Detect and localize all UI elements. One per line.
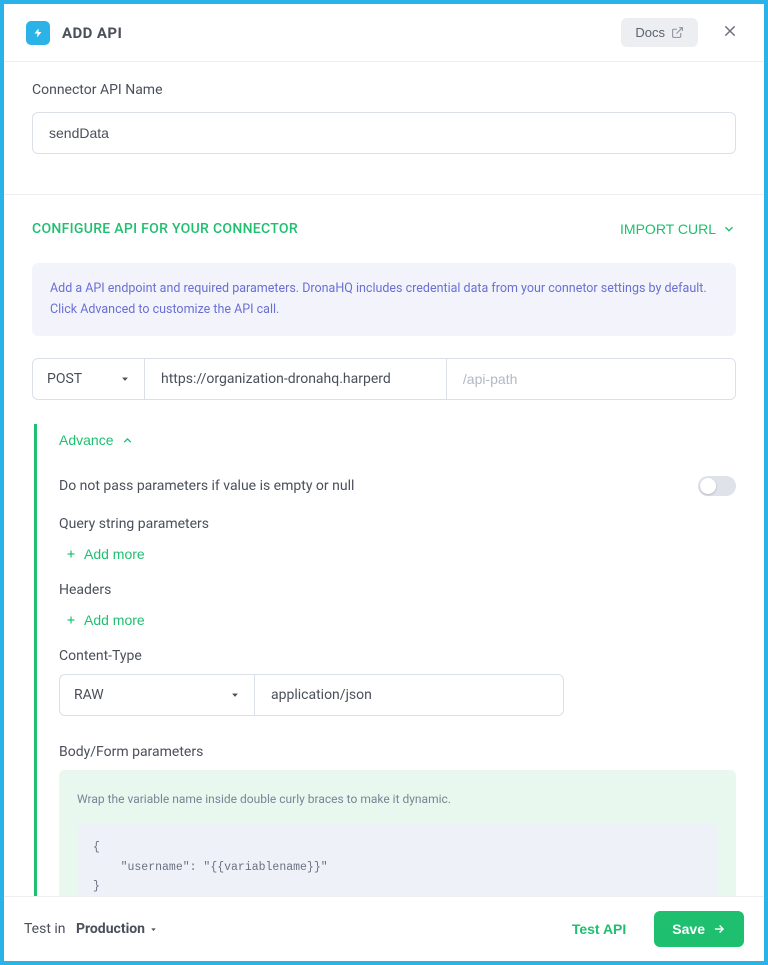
modal-footer: Test in Production Test API Save: [4, 896, 764, 961]
request-url-row: POST https://organization-dronahq.harper…: [32, 358, 736, 400]
configure-header-row: CONFIGURE API FOR YOUR CONNECTOR IMPORT …: [32, 221, 736, 237]
chevron-down-icon: [230, 690, 240, 700]
body-info-panel: Wrap the variable name inside double cur…: [59, 770, 736, 896]
close-button[interactable]: [718, 19, 742, 46]
null-param-toggle[interactable]: [698, 476, 736, 496]
add-query-param-button[interactable]: Add more: [65, 546, 145, 562]
test-in-label: Test in Production: [24, 921, 158, 937]
chevron-up-icon: [121, 434, 134, 447]
query-params-label: Query string parameters: [59, 516, 736, 532]
content-type-format-value: RAW: [74, 687, 104, 703]
external-link-icon: [671, 26, 684, 39]
plus-icon: [65, 548, 77, 560]
arrow-right-icon: [712, 922, 726, 936]
add-more-label: Add more: [84, 612, 145, 628]
modal-body: Connector API Name CONFIGURE API FOR YOU…: [4, 62, 764, 896]
modal-title: ADD API: [62, 24, 621, 42]
body-params-label: Body/Form parameters: [59, 744, 736, 760]
content-type-label: Content-Type: [59, 648, 736, 664]
api-path-input[interactable]: [447, 359, 735, 399]
caret-down-icon: [149, 925, 158, 934]
advance-panel: Advance Do not pass parameters if value …: [34, 424, 736, 896]
app-logo-icon: [26, 21, 50, 45]
advance-label: Advance: [59, 432, 113, 448]
content-type-row: RAW application/json: [59, 674, 736, 716]
configure-title: CONFIGURE API FOR YOUR CONNECTOR: [32, 221, 298, 237]
docs-button[interactable]: Docs: [621, 18, 698, 47]
null-param-row: Do not pass parameters if value is empty…: [59, 476, 736, 496]
body-example-code: { "username": "{{variablename}}" }: [77, 824, 718, 896]
chevron-down-icon: [120, 374, 130, 384]
connector-name-label: Connector API Name: [32, 82, 736, 98]
close-icon: [722, 23, 738, 39]
environment-select[interactable]: Production: [76, 921, 158, 937]
add-more-label: Add more: [84, 546, 145, 562]
connector-name-input[interactable]: [32, 112, 736, 154]
chevron-down-icon: [722, 222, 736, 236]
body-info-text: Wrap the variable name inside double cur…: [77, 792, 718, 806]
test-in-text: Test in: [24, 921, 66, 937]
test-api-button[interactable]: Test API: [572, 921, 626, 937]
info-banner: Add a API endpoint and required paramete…: [32, 263, 736, 336]
environment-value: Production: [76, 921, 145, 937]
content-type-value: application/json: [254, 674, 564, 716]
import-curl-button[interactable]: IMPORT CURL: [620, 221, 736, 237]
content-type-format-select[interactable]: RAW: [59, 674, 254, 716]
modal-header: ADD API Docs: [4, 4, 764, 62]
http-method-value: POST: [47, 371, 82, 387]
http-method-select[interactable]: POST: [33, 359, 145, 399]
add-header-button[interactable]: Add more: [65, 612, 145, 628]
docs-label: Docs: [635, 25, 665, 40]
plus-icon: [65, 614, 77, 626]
base-url-display: https://organization-dronahq.harperd: [145, 359, 447, 399]
connector-name-section: Connector API Name: [4, 62, 764, 154]
advance-toggle[interactable]: Advance: [59, 432, 134, 448]
save-button[interactable]: Save: [654, 911, 744, 947]
null-param-label: Do not pass parameters if value is empty…: [59, 478, 354, 494]
save-label: Save: [672, 921, 705, 937]
import-curl-label: IMPORT CURL: [620, 221, 716, 237]
configure-section: CONFIGURE API FOR YOUR CONNECTOR IMPORT …: [4, 195, 764, 896]
headers-label: Headers: [59, 582, 736, 598]
